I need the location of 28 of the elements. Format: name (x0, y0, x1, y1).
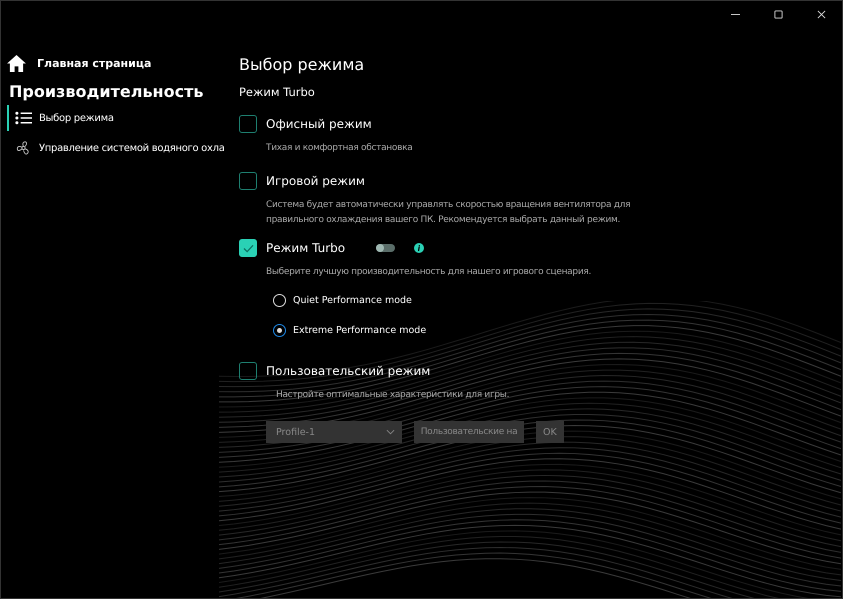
section-heading: Производительность (9, 82, 204, 101)
radio-label[interactable]: Quiet Performance mode (293, 294, 412, 306)
current-mode-label: Режим Turbo (239, 85, 316, 99)
chevron-down-icon (386, 429, 395, 435)
mode-checkbox[interactable] (239, 115, 257, 133)
mode-description: Система будет автоматически управлять скоростью вращения вентилятора для правильного охлаждения вашего ПК. Рекомендуется выбрать данный режим. (266, 199, 632, 227)
mode-checkbox[interactable] (239, 239, 257, 257)
checkmark-icon (242, 244, 254, 252)
turbo-toggle[interactable] (376, 244, 396, 252)
mode-title: Режим Turbo (266, 241, 346, 255)
home-icon[interactable] (7, 55, 26, 72)
mode-title: Игровой режим (266, 174, 365, 188)
sidebar-item[interactable]: Управление системой водяного охла (7, 135, 239, 161)
maximize-icon[interactable] (774, 10, 783, 19)
list-icon (15, 111, 32, 125)
mode-description: Выберите лучшую производительность для нашего игрового сценария. (266, 266, 592, 279)
close-icon[interactable] (817, 10, 826, 19)
radio-label[interactable]: Extreme Performance mode (293, 324, 426, 336)
radio-button[interactable] (273, 324, 286, 336)
sidebar-item[interactable]: Выбор режима (7, 105, 239, 131)
mode-title: Офисный режим (266, 117, 372, 131)
mode-description: Настройте оптимальные характеристики для игры. (276, 389, 510, 402)
page-title: Выбор режима (239, 55, 366, 74)
mode-description: Тихая и комфортная обстановка (266, 142, 414, 155)
home-link[interactable]: Главная страница (37, 57, 152, 70)
info-icon[interactable] (414, 243, 424, 253)
mode-title: Пользовательский режим (266, 364, 430, 378)
mode-checkbox[interactable] (239, 172, 257, 190)
